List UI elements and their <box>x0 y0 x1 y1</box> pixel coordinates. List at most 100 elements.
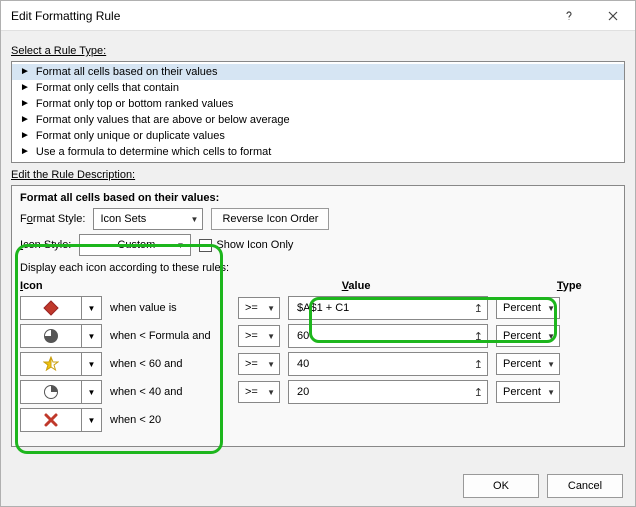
range-selector-icon[interactable]: ↥ <box>474 330 483 343</box>
value-input[interactable]: ↥ <box>288 324 488 348</box>
icon-style-value: Custom <box>117 239 155 251</box>
type-combo[interactable]: Percent▼ <box>496 381 560 403</box>
icon-picker[interactable]: ▼ <box>20 408 102 432</box>
titlebar: Edit Formatting Rule <box>1 1 635 31</box>
value-field[interactable] <box>295 301 455 315</box>
range-selector-icon[interactable]: ↥ <box>474 386 483 399</box>
format-style-label: Format Style: <box>20 213 85 225</box>
chevron-down-icon: ▼ <box>88 360 96 369</box>
type-combo[interactable]: Percent▼ <box>496 353 560 375</box>
rule-type-label: Format only cells that contain <box>36 82 179 94</box>
operator-combo[interactable]: >=▼ <box>238 297 280 319</box>
value-field[interactable] <box>295 329 455 343</box>
display-rules-label: Display each icon according to these rul… <box>20 262 616 274</box>
value-field[interactable] <box>295 385 455 399</box>
operator-combo[interactable]: >=▼ <box>238 353 280 375</box>
rule-type-label: Use a formula to determine which cells t… <box>36 146 271 158</box>
rule-type-label: Format only values that are above or bel… <box>36 114 290 126</box>
icon-picker[interactable]: ▼ <box>20 296 102 320</box>
chevron-down-icon: ▼ <box>267 360 275 369</box>
close-button[interactable] <box>591 1 635 31</box>
desc-heading: Format all cells based on their values: <box>20 192 616 204</box>
icon-rule-row: ▼ when value is >=▼ ↥ Percent▼ <box>20 296 616 320</box>
dialog-footer: OK Cancel <box>463 474 623 498</box>
bullet-icon: ► <box>20 115 30 125</box>
icon-picker[interactable]: ▼ <box>20 380 102 404</box>
titlebar-buttons <box>547 1 635 31</box>
rule-type-item[interactable]: ► Format only cells that contain <box>12 80 624 96</box>
bullet-icon: ► <box>20 131 30 141</box>
icon-rule-row: ▼ when < 20 <box>20 408 616 432</box>
bullet-icon: ► <box>20 99 30 109</box>
chevron-down-icon: ▼ <box>191 215 199 224</box>
chevron-down-icon: ▼ <box>267 332 275 341</box>
rule-condition-text: when < Formula and <box>110 330 230 342</box>
rule-type-item[interactable]: ► Format only values that are above or b… <box>12 112 624 128</box>
icon-style-row: Icon Style: Custom ▼ Show Icon Only <box>20 234 616 256</box>
bullet-icon: ► <box>20 147 30 157</box>
show-icon-only-checkbox[interactable]: Show Icon Only <box>199 239 293 252</box>
pie-three-quarter-icon <box>21 324 81 348</box>
chevron-down-icon: ▼ <box>88 388 96 397</box>
rule-condition-text: when < 60 and <box>110 358 230 370</box>
dialog-body: Select a Rule Type: ► Format all cells b… <box>1 31 635 457</box>
icon-rule-row: ▼ when < 60 and >=▼ ↥ Percent▼ <box>20 352 616 376</box>
diamond-red-icon <box>21 296 81 320</box>
icon-picker[interactable]: ▼ <box>20 352 102 376</box>
chevron-down-icon: ▼ <box>547 332 555 341</box>
header-icon: con <box>23 280 43 292</box>
format-style-value: Icon Sets <box>100 213 146 225</box>
value-field[interactable] <box>295 357 455 371</box>
rule-type-item[interactable]: ► Format all cells based on their values <box>12 64 624 80</box>
range-selector-icon[interactable]: ↥ <box>474 358 483 371</box>
chevron-down-icon: ▼ <box>267 388 275 397</box>
icon-style-label: Icon Style: <box>20 239 71 251</box>
chevron-down-icon: ▼ <box>88 332 96 341</box>
value-input[interactable]: ↥ <box>288 380 488 404</box>
type-combo[interactable]: Percent▼ <box>496 325 560 347</box>
format-style-row: Format Style: Icon Sets ▼ Reverse Icon O… <box>20 208 616 230</box>
icon-picker[interactable]: ▼ <box>20 324 102 348</box>
icon-rule-row: ▼ when < 40 and >=▼ ↥ Percent▼ <box>20 380 616 404</box>
chevron-down-icon: ▼ <box>176 241 184 250</box>
icon-style-combo[interactable]: Custom ▼ <box>79 234 191 256</box>
icon-rule-row: ▼ when < Formula and >=▼ ↥ Percent▼ <box>20 324 616 348</box>
dialog-title: Edit Formatting Rule <box>11 9 120 23</box>
ok-button[interactable]: OK <box>463 474 539 498</box>
value-input[interactable]: ↥ <box>288 352 488 376</box>
checkbox-box-icon <box>199 239 212 252</box>
chevron-down-icon: ▼ <box>547 360 555 369</box>
show-icon-only-label: Show Icon Only <box>216 239 293 251</box>
bullet-icon: ► <box>20 83 30 93</box>
cross-red-icon <box>21 408 81 432</box>
help-button[interactable] <box>547 1 591 31</box>
range-selector-icon[interactable]: ↥ <box>474 302 483 315</box>
type-combo[interactable]: Percent▼ <box>496 297 560 319</box>
operator-combo[interactable]: >=▼ <box>238 325 280 347</box>
rule-type-label: Format all cells based on their values <box>36 66 218 78</box>
chevron-down-icon: ▼ <box>88 416 96 425</box>
rule-type-item[interactable]: ► Format only top or bottom ranked value… <box>12 96 624 112</box>
rules-column-headers: Icon Value Type <box>20 280 616 292</box>
bullet-icon: ► <box>20 67 30 77</box>
rule-type-label: Format only top or bottom ranked values <box>36 98 233 110</box>
pie-quarter-icon <box>21 380 81 404</box>
chevron-down-icon: ▼ <box>88 304 96 313</box>
rule-type-item[interactable]: ► Format only unique or duplicate values <box>12 128 624 144</box>
dialog-window: Edit Formatting Rule Select a Rule Type:… <box>0 0 636 507</box>
operator-combo[interactable]: >=▼ <box>238 381 280 403</box>
rule-type-list[interactable]: ► Format all cells based on their values… <box>11 61 625 163</box>
star-half-icon <box>21 352 81 376</box>
chevron-down-icon: ▼ <box>267 304 275 313</box>
icon-rules-grid: Icon Value Type ▼ when value is > <box>20 280 616 432</box>
rule-condition-text: when value is <box>110 302 230 314</box>
cancel-button[interactable]: Cancel <box>547 474 623 498</box>
rule-description-panel: Format all cells based on their values: … <box>11 185 625 447</box>
rule-type-item[interactable]: ► Use a formula to determine which cells… <box>12 144 624 160</box>
format-style-combo[interactable]: Icon Sets ▼ <box>93 208 203 230</box>
value-input[interactable]: ↥ <box>288 296 488 320</box>
rule-condition-text: when < 20 <box>110 414 230 426</box>
edit-rule-desc-label: Edit the Rule Description: <box>11 169 625 181</box>
rule-type-label: Format only unique or duplicate values <box>36 130 225 142</box>
reverse-icon-order-button[interactable]: Reverse Icon Order <box>211 208 329 230</box>
